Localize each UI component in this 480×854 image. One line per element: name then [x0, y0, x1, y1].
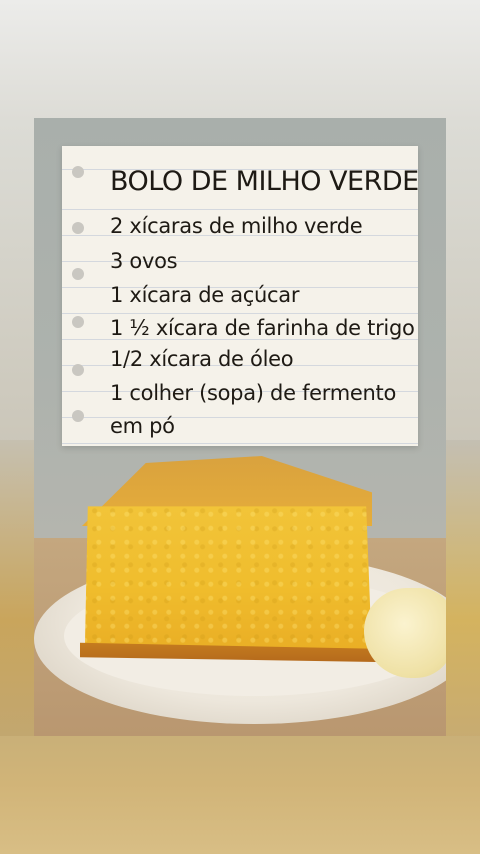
blurred-background-top: [0, 0, 480, 120]
binder-hole-icon: [72, 364, 84, 376]
blurred-background-bottom: [0, 736, 480, 854]
blurred-background-right: [446, 440, 480, 740]
blurred-background-left: [0, 440, 34, 740]
binder-hole-icon: [72, 166, 84, 178]
ingredient-item: em pó: [110, 414, 175, 438]
ingredient-item: 2 xícaras de milho verde: [110, 214, 363, 238]
binder-hole-icon: [72, 268, 84, 280]
ingredient-item: 1 xícara de açúcar: [110, 283, 300, 307]
binder-hole-icon: [72, 410, 84, 422]
corn-cake-slice: [84, 506, 372, 656]
binder-hole-icon: [72, 222, 84, 234]
ingredient-item: 1 colher (sopa) de fermento: [110, 381, 397, 405]
ingredient-item: 1 ½ xícara de farinha de trigo: [110, 316, 415, 340]
binder-hole-icon: [72, 316, 84, 328]
ingredient-item: 3 ovos: [110, 249, 178, 273]
recipe-title: BOLO DE MILHO VERDE: [110, 166, 419, 197]
ingredient-item: 1/2 xícara de óleo: [110, 347, 294, 371]
recipe-note-card: BOLO DE MILHO VERDE 2 xícaras de milho v…: [62, 146, 419, 446]
